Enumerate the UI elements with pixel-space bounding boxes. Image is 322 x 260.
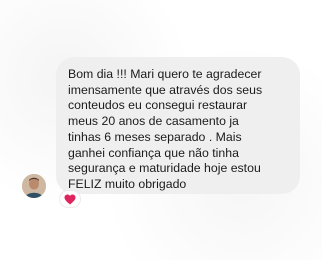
message-line: ganhei confiança que não tinha [68,145,239,160]
message-reaction[interactable] [60,191,80,207]
chat-area: Bom dia !!! Mari quero te agradecer imen… [0,0,322,260]
message-line: imensamente que através dos seus [68,82,263,97]
message-line: FELIZ muito obrigado [68,176,187,191]
message-line: conteudos eu consegui restaurar [68,98,248,113]
message-bubble[interactable]: Bom dia !!! Mari quero te agradecer imen… [56,57,300,194]
message-line: segurança e maturidade hoje estou [68,161,261,176]
message-line: Bom dia !!! Mari quero te agradecer [68,67,262,81]
message-line: tinhas 6 meses separado . Mais [68,129,242,144]
sender-avatar[interactable] [22,174,46,198]
message-line: meus 20 anos de casamento ja [68,114,239,129]
avatar-photo-icon [22,174,46,198]
heart-icon [64,194,76,204]
